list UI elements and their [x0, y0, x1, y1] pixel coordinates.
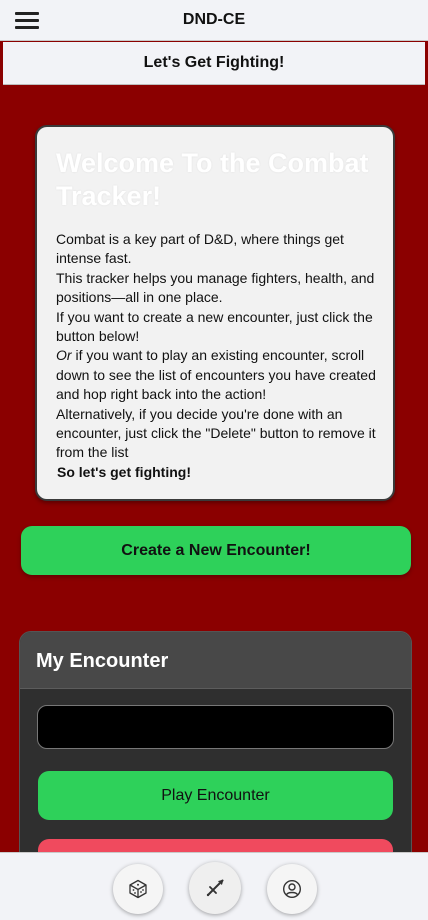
- page-subtitle: Let's Get Fighting!: [3, 42, 425, 85]
- welcome-card: Welcome To the Combat Tracker! Combat is…: [35, 125, 395, 501]
- welcome-cta: So let's get fighting!: [57, 463, 191, 480]
- user-icon: [282, 879, 302, 899]
- encounter-name-input[interactable]: [37, 705, 394, 749]
- encounter-card: My Encounter Play Encounter: [19, 631, 412, 852]
- main-content[interactable]: Welcome To the Combat Tracker! Combat is…: [3, 85, 425, 852]
- nav-profile-button[interactable]: [267, 864, 317, 914]
- dice-icon: [129, 879, 147, 899]
- welcome-title: Welcome To the Combat Tracker!: [56, 148, 369, 211]
- play-encounter-button[interactable]: Play Encounter: [38, 771, 393, 820]
- welcome-paragraph: If you want to create a new encounter, j…: [56, 308, 373, 345]
- sword-icon: [206, 879, 224, 897]
- nav-combat-button[interactable]: [189, 862, 241, 914]
- create-encounter-button[interactable]: Create a New Encounter!: [21, 526, 411, 575]
- emphasis-text: Or: [56, 347, 72, 364]
- app-title: DND-CE: [182, 11, 246, 28]
- welcome-paragraph: This tracker helps you manage fighters, …: [56, 269, 375, 306]
- delete-encounter-button[interactable]: [38, 839, 393, 852]
- welcome-paragraph: Alternatively, if you decide you're done…: [56, 405, 376, 461]
- welcome-paragraph-text: if you want to play an existing encounte…: [56, 347, 376, 403]
- welcome-body: Combat is a key part of D&D, where thing…: [56, 230, 378, 482]
- bottom-nav: [0, 852, 428, 920]
- welcome-paragraph: Combat is a key part of D&D, where thing…: [56, 231, 344, 267]
- welcome-paragraph: Or if you want to play an existing encou…: [56, 346, 378, 404]
- encounter-title: My Encounter: [36, 650, 169, 672]
- nav-dice-button[interactable]: [113, 864, 163, 914]
- top-app-bar: DND-CE: [0, 0, 428, 41]
